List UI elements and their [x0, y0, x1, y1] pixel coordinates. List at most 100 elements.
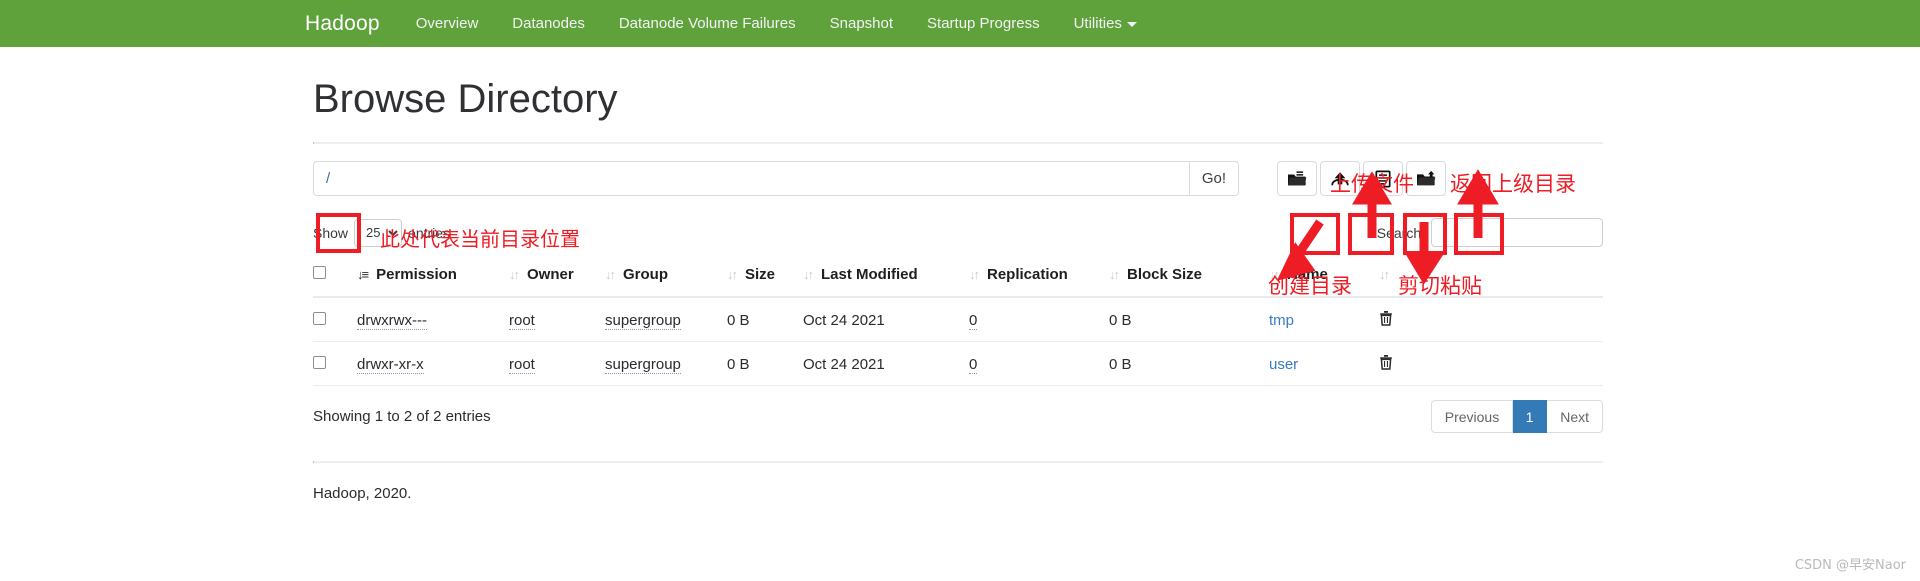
th-actions[interactable]: ↓↑ — [1379, 260, 1603, 298]
th-permission-label: Permission — [376, 266, 457, 283]
cell-select[interactable] — [313, 297, 357, 342]
permission-value[interactable]: drwxrwx--- — [357, 311, 427, 330]
cell-size: 0 B — [727, 297, 803, 342]
footer-divider — [313, 461, 1603, 463]
parent-directory-button[interactable] — [1406, 161, 1446, 196]
files-table: ↓≡ Permission ↓↑ Owner ↓↑ Group ↓↑ Size ↓↑ La… — [313, 260, 1603, 386]
replication-value[interactable]: 0 — [969, 355, 978, 374]
pagination: Previous 1 Next — [1430, 400, 1603, 433]
nav-link-snapshot[interactable]: Snapshot — [830, 15, 893, 32]
search-control: Search: — [1377, 218, 1603, 247]
cell-block-size: 0 B — [1109, 341, 1269, 386]
upload-arrow-icon — [1330, 170, 1350, 188]
th-permission[interactable]: ↓≡ Permission — [357, 260, 509, 298]
th-owner-label: Owner — [527, 266, 574, 283]
delete-icon[interactable] — [1379, 355, 1393, 374]
th-last-modified[interactable]: ↓↑ Last Modified — [803, 260, 969, 298]
search-label: Search: — [1376, 224, 1425, 241]
owner-value[interactable]: root — [509, 355, 535, 374]
cell-block-size: 0 B — [1109, 297, 1269, 342]
main-container: Browse Directory Go! — [313, 47, 1603, 502]
search-input[interactable] — [1431, 218, 1603, 247]
th-block-size[interactable]: ↓↑ Block Size — [1109, 260, 1269, 298]
cell-size: 0 B — [727, 341, 803, 386]
th-size-label: Size — [745, 266, 776, 283]
select-all-checkbox[interactable] — [313, 266, 326, 279]
cell-owner: root — [509, 297, 605, 342]
nav-link-startup-progress[interactable]: Startup Progress — [927, 15, 1040, 32]
page-title: Browse Directory — [313, 77, 618, 121]
th-block-size-label: Block Size — [1127, 266, 1203, 283]
row-checkbox[interactable] — [313, 311, 326, 325]
sort-icon: ↓↑ — [1109, 267, 1120, 282]
th-last-modified-label: Last Modified — [821, 266, 918, 283]
th-replication-label: Replication — [987, 266, 1068, 283]
file-name-link[interactable]: tmp — [1269, 312, 1294, 329]
th-name[interactable]: ↓↑ Name — [1269, 260, 1379, 298]
cut-paste-button[interactable] — [1363, 161, 1403, 196]
th-owner[interactable]: ↓↑ Owner — [509, 260, 605, 298]
table-row: drwxrwx--- root supergroup 0 B Oct 24 20… — [313, 297, 1603, 342]
row-checkbox[interactable] — [313, 355, 326, 369]
replication-value[interactable]: 0 — [969, 311, 978, 330]
cell-owner: root — [509, 341, 605, 386]
cell-name: user — [1269, 341, 1379, 386]
pagination-page-1[interactable]: 1 — [1513, 400, 1548, 433]
owner-value[interactable]: root — [509, 311, 535, 330]
sort-icon: ↓↑ — [803, 267, 814, 282]
nav-link-datanodes[interactable]: Datanodes — [512, 15, 585, 32]
page-length-control: Show 25 entries — [313, 218, 450, 247]
th-select-all[interactable] — [313, 260, 357, 298]
delete-icon[interactable] — [1379, 311, 1393, 330]
pagination-next[interactable]: Next — [1547, 400, 1603, 433]
cell-permission: drwxr-xr-x — [357, 341, 509, 386]
watermark: CSDN @早安Naor — [1794, 558, 1906, 573]
cell-permission: drwxrwx--- — [357, 297, 509, 342]
file-name-link[interactable]: user — [1269, 356, 1298, 373]
upload-file-button[interactable] — [1320, 161, 1360, 196]
sort-icon: ↓↑ — [1379, 267, 1390, 282]
nav-link-datanode-volume-failures[interactable]: Datanode Volume Failures — [619, 15, 796, 32]
folder-plus-icon — [1287, 170, 1307, 188]
table-row: drwxr-xr-x root supergroup 0 B Oct 24 20… — [313, 341, 1603, 386]
cell-select[interactable] — [313, 341, 357, 386]
permission-value[interactable]: drwxr-xr-x — [357, 355, 424, 374]
pagination-previous[interactable]: Previous — [1430, 400, 1514, 433]
brand-hadoop[interactable]: Hadoop — [305, 12, 380, 36]
nav-link-overview[interactable]: Overview — [416, 15, 479, 32]
go-button[interactable]: Go! — [1188, 161, 1239, 196]
clipboard-list-icon — [1374, 170, 1392, 188]
th-replication[interactable]: ↓↑ Replication — [969, 260, 1109, 298]
path-toolbar-row: Go! — [313, 161, 1603, 196]
table-controls: Show 25 entries Search: — [313, 218, 1603, 247]
files-table-body: drwxrwx--- root supergroup 0 B Oct 24 20… — [313, 297, 1603, 386]
nav-link-utilities[interactable]: Utilities — [1074, 15, 1137, 32]
sort-icon: ↓↑ — [1269, 267, 1280, 282]
show-label: Show — [313, 224, 349, 241]
cell-name: tmp — [1269, 297, 1379, 342]
path-input[interactable] — [313, 161, 1189, 196]
sort-icon: ↓↑ — [969, 267, 980, 282]
cell-replication: 0 — [969, 341, 1109, 386]
cell-group: supergroup — [605, 297, 727, 342]
sort-icon: ↓↑ — [727, 267, 738, 282]
group-value[interactable]: supergroup — [605, 355, 681, 374]
table-header-row: ↓≡ Permission ↓↑ Owner ↓↑ Group ↓↑ Size ↓↑ La… — [313, 260, 1603, 298]
copyright-text: Hadoop, 2020. — [313, 485, 412, 502]
nav-link-utilities-label: Utilities — [1073, 15, 1122, 32]
path-input-group: Go! — [313, 161, 1239, 196]
top-navbar: Hadoop Overview Datanodes Datanode Volum… — [0, 0, 1920, 47]
page-length-select[interactable]: 25 — [354, 218, 403, 247]
table-footer: Showing 1 to 2 of 2 entries Previous 1 N… — [313, 400, 1603, 433]
create-directory-button[interactable] — [1277, 161, 1317, 196]
chevron-down-icon — [1126, 21, 1137, 27]
folder-up-icon — [1416, 170, 1436, 188]
sort-icon: ↓↑ — [605, 267, 616, 282]
th-name-label: Name — [1287, 266, 1328, 283]
group-value[interactable]: supergroup — [605, 311, 681, 330]
cell-last-modified: Oct 24 2021 — [803, 341, 969, 386]
cell-group: supergroup — [605, 341, 727, 386]
files-table-head: ↓≡ Permission ↓↑ Owner ↓↑ Group ↓↑ Size ↓↑ La… — [313, 260, 1603, 298]
th-size[interactable]: ↓↑ Size — [727, 260, 803, 298]
th-group[interactable]: ↓↑ Group — [605, 260, 727, 298]
